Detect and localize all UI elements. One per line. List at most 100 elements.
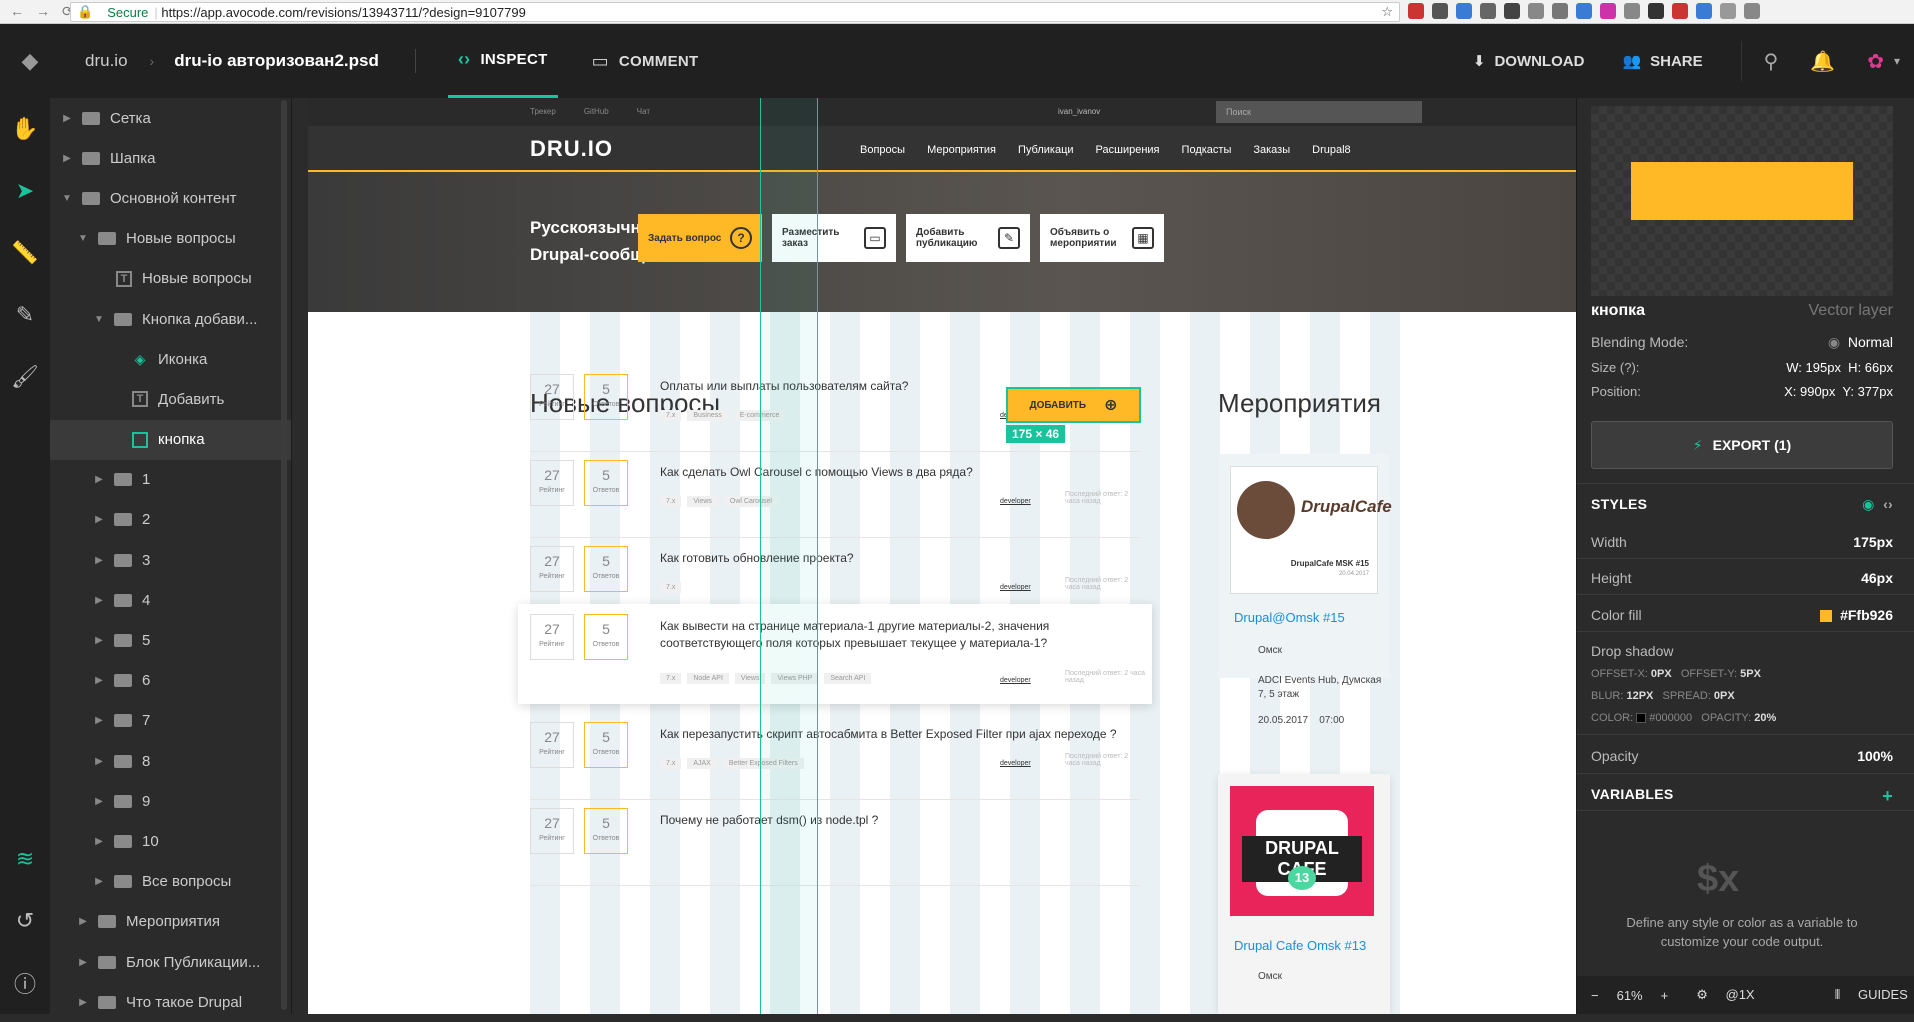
zoom-value[interactable]: 61% bbox=[1617, 988, 1643, 1003]
history-icon[interactable]: ↺ bbox=[0, 890, 50, 952]
layer-item[interactable]: ▶ Мероприятия bbox=[50, 902, 291, 942]
caret-right-icon[interactable]: ▶ bbox=[60, 113, 74, 124]
layer-item[interactable]: ◈ Иконка bbox=[50, 339, 291, 379]
fill-value[interactable]: #Ffb926 bbox=[1820, 607, 1893, 623]
caret-right-icon[interactable]: ▶ bbox=[92, 876, 106, 887]
layer-item[interactable]: ▶ Блок Публикации... bbox=[50, 942, 291, 982]
caret-down-icon[interactable]: ▼ bbox=[76, 233, 90, 244]
layers-icon[interactable]: ≋ bbox=[0, 828, 50, 890]
tab-inspect-label: INSPECT bbox=[480, 51, 548, 68]
guides-toggle[interactable]: ⦀ GUIDES bbox=[1835, 987, 1908, 1003]
caret-right-icon[interactable]: ▶ bbox=[92, 715, 106, 726]
export-button[interactable]: ⚡ EXPORT (1) bbox=[1591, 421, 1893, 469]
layer-item[interactable]: ▶ 8 bbox=[50, 741, 291, 781]
ruler-tool-icon[interactable]: 📏 bbox=[0, 222, 50, 284]
layer-item[interactable]: ▶ Все вопросы bbox=[50, 862, 291, 902]
caret-right-icon[interactable]: ▶ bbox=[92, 796, 106, 807]
back-icon[interactable]: ← bbox=[10, 3, 24, 20]
blending-value[interactable]: ◉ Normal bbox=[1828, 334, 1893, 351]
height-value[interactable]: 46px bbox=[1861, 570, 1893, 586]
avatar[interactable]: ✿ bbox=[1867, 49, 1884, 74]
drupal-cafe-image: DRUPAL CAFE 13 bbox=[1230, 786, 1374, 916]
layer-item[interactable]: T Добавить bbox=[50, 379, 291, 419]
chevron-down-icon[interactable]: ▾ bbox=[1894, 54, 1900, 68]
design-canvas[interactable]: Трекер GitHub Чат ivan_ivanov Поиск DRU.… bbox=[308, 98, 1576, 1014]
layer-item[interactable]: ▶ 3 bbox=[50, 540, 291, 580]
caret-right-icon[interactable]: ▶ bbox=[92, 514, 106, 525]
eye-icon[interactable]: ◉ bbox=[1862, 496, 1875, 512]
layer-item[interactable]: ▼ Новые вопросы bbox=[50, 219, 291, 259]
caret-right-icon[interactable]: ▶ bbox=[92, 555, 106, 566]
search-icon[interactable]: ⚲ bbox=[1764, 49, 1779, 74]
extension-icon[interactable] bbox=[1600, 3, 1616, 19]
extension-icon[interactable] bbox=[1432, 3, 1448, 19]
layer-item[interactable]: ▶ 5 bbox=[50, 620, 291, 660]
extension-icon[interactable] bbox=[1648, 3, 1664, 19]
code-icon[interactable]: ‹› bbox=[1883, 496, 1893, 512]
extension-icon[interactable] bbox=[1528, 3, 1544, 19]
zoom-out-icon[interactable]: − bbox=[1591, 988, 1599, 1003]
info-icon[interactable]: ⓘ bbox=[0, 952, 50, 1014]
width-value[interactable]: 175px bbox=[1853, 534, 1893, 550]
layer-item[interactable]: ▶ 4 bbox=[50, 580, 291, 620]
tag: 7.x bbox=[660, 410, 682, 421]
layer-item[interactable]: ▶ Сетка bbox=[50, 98, 291, 138]
breadcrumb-file[interactable]: dru-io авторизован2.psd bbox=[174, 51, 379, 71]
caret-right-icon[interactable]: ▶ bbox=[92, 836, 106, 847]
caret-right-icon[interactable]: ▶ bbox=[92, 635, 106, 646]
add-variable-icon[interactable]: + bbox=[1882, 786, 1893, 807]
extension-icon[interactable] bbox=[1456, 3, 1472, 19]
breadcrumb-project[interactable]: dru.io bbox=[85, 51, 128, 71]
layer-item[interactable]: кнопка bbox=[50, 419, 291, 460]
layer-item[interactable]: T Новые вопросы bbox=[50, 259, 291, 299]
caret-right-icon[interactable]: ▶ bbox=[92, 474, 106, 485]
layers-scrollbar[interactable] bbox=[281, 100, 287, 1010]
eyedropper-tool-icon[interactable]: ✎ bbox=[0, 284, 50, 346]
extension-icon[interactable] bbox=[1696, 3, 1712, 19]
caret-right-icon[interactable]: ▶ bbox=[76, 957, 90, 968]
caret-right-icon[interactable]: ▶ bbox=[76, 916, 90, 927]
extension-icon[interactable] bbox=[1504, 3, 1520, 19]
layer-item[interactable]: ▶ 10 bbox=[50, 821, 291, 861]
select-tool-icon[interactable]: ➤ bbox=[0, 160, 50, 222]
forward-icon[interactable]: → bbox=[36, 3, 50, 20]
opacity-value[interactable]: 100% bbox=[1857, 748, 1893, 764]
extension-icon[interactable] bbox=[1720, 3, 1736, 19]
tab-inspect[interactable]: ‹› INSPECT bbox=[447, 24, 558, 98]
caret-down-icon[interactable]: ▼ bbox=[92, 314, 106, 325]
tab-comment[interactable]: ▭ COMMENT bbox=[582, 24, 709, 98]
extension-icon[interactable] bbox=[1672, 3, 1688, 19]
extension-icon[interactable] bbox=[1552, 3, 1568, 19]
scale-toggle[interactable]: ⚙ @1X bbox=[1696, 987, 1754, 1003]
layer-item[interactable]: ▶ Что такое Drupal bbox=[50, 982, 291, 1022]
caret-down-icon[interactable]: ▼ bbox=[60, 193, 74, 204]
caret-right-icon[interactable]: ▶ bbox=[92, 675, 106, 686]
bell-icon[interactable]: 🔔 bbox=[1810, 49, 1835, 74]
brush-tool-icon[interactable]: 🖌 bbox=[0, 346, 50, 408]
address-bar[interactable]: 🔒 Secure | https://app.avocode.com/revis… bbox=[70, 2, 1400, 22]
layer-item[interactable]: ▼ Кнопка добави... bbox=[50, 299, 291, 339]
layer-item[interactable]: ▼ Основной контент bbox=[50, 178, 291, 218]
download-button[interactable]: ⬇ DOWNLOAD bbox=[1473, 52, 1585, 71]
extension-icon[interactable] bbox=[1576, 3, 1592, 19]
layer-item[interactable]: ▶ Шапка bbox=[50, 138, 291, 178]
layer-item[interactable]: ▶ 7 bbox=[50, 701, 291, 741]
extension-icon[interactable] bbox=[1408, 3, 1424, 19]
layer-item[interactable]: ▶ 9 bbox=[50, 781, 291, 821]
caret-right-icon[interactable]: ▶ bbox=[92, 756, 106, 767]
layer-item[interactable]: ▶ 1 bbox=[50, 460, 291, 500]
add-button-selected[interactable]: ДОБАВИТЬ ⊕ bbox=[1006, 387, 1141, 423]
caret-right-icon[interactable]: ▶ bbox=[60, 153, 74, 164]
caret-right-icon[interactable]: ▶ bbox=[76, 997, 90, 1008]
layer-item[interactable]: ▶ 6 bbox=[50, 661, 291, 701]
share-button[interactable]: 👥 SHARE bbox=[1622, 52, 1702, 71]
zoom-in-icon[interactable]: + bbox=[1661, 988, 1669, 1003]
extension-icon[interactable] bbox=[1480, 3, 1496, 19]
caret-right-icon[interactable]: ▶ bbox=[92, 595, 106, 606]
extension-icon[interactable] bbox=[1624, 3, 1640, 19]
hand-tool-icon[interactable]: ✋ bbox=[0, 98, 50, 160]
layer-item[interactable]: ▶ 2 bbox=[50, 500, 291, 540]
avocode-logo-icon[interactable]: ◆ bbox=[0, 48, 60, 74]
bookmark-star-icon[interactable]: ☆ bbox=[1381, 4, 1393, 20]
extension-icon[interactable] bbox=[1744, 3, 1760, 19]
